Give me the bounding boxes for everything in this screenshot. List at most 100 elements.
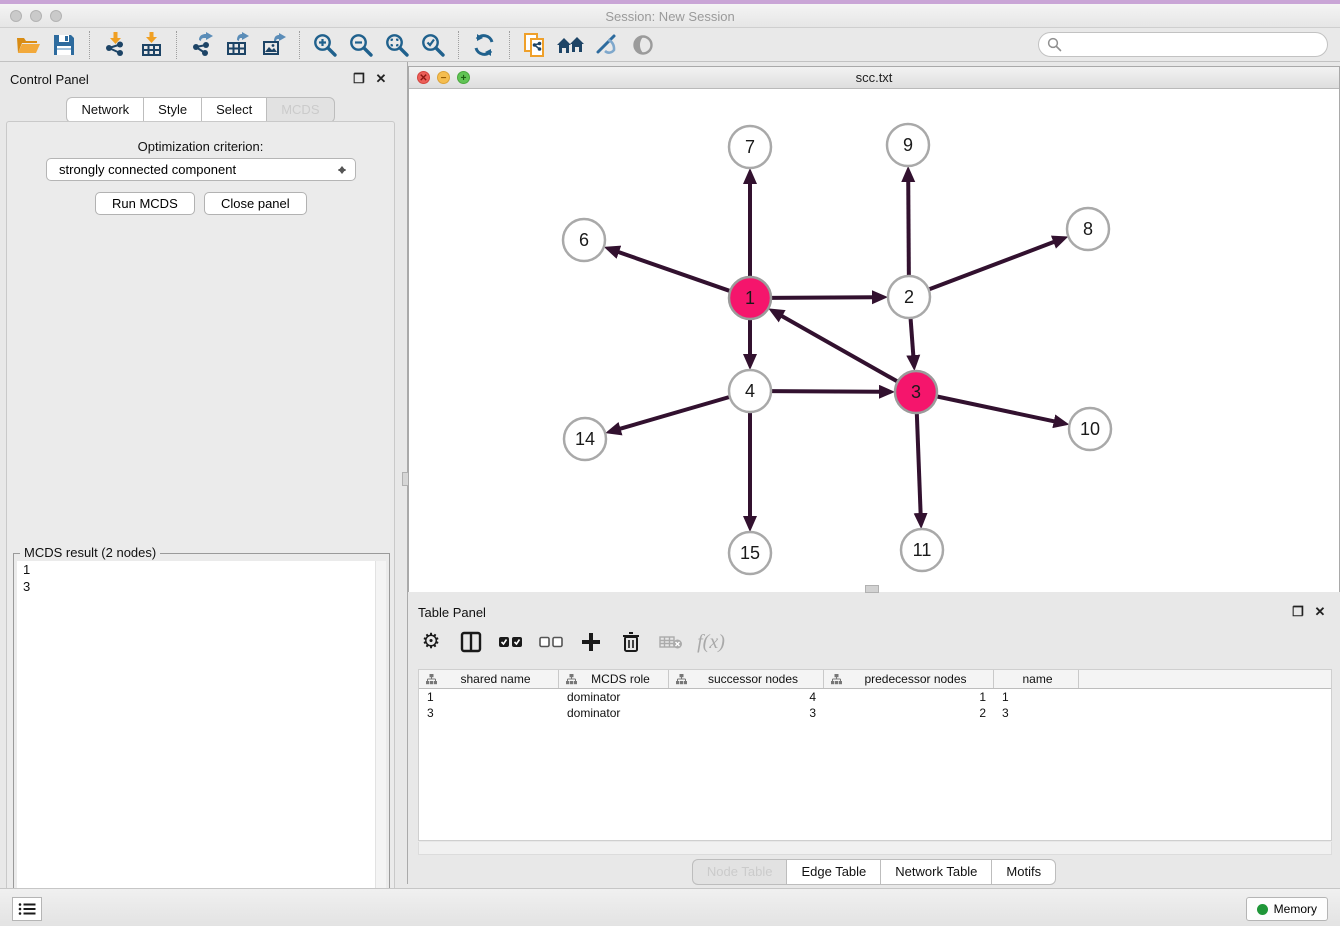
graph-node-label: 1 [745, 288, 755, 308]
settings-gear-icon[interactable]: ⚙ [418, 628, 444, 656]
column-header-shared-name[interactable]: shared name [419, 670, 559, 688]
export-network-icon[interactable] [187, 31, 217, 59]
apply-layout-icon[interactable] [469, 31, 499, 59]
tab-motifs[interactable]: Motifs [991, 859, 1056, 885]
zoom-in-icon[interactable] [310, 31, 340, 59]
add-row-icon[interactable] [578, 628, 604, 656]
mcds-panel: Optimization criterion: strongly connect… [6, 121, 395, 926]
column-header-mcds-role[interactable]: MCDS role [559, 670, 669, 688]
graph-node-2[interactable]: 2 [888, 276, 930, 318]
graph-edge-4-3[interactable] [771, 391, 881, 392]
close-table-panel-icon[interactable]: ✕ [1312, 604, 1328, 620]
task-history-button[interactable] [12, 897, 42, 921]
select-all-checks-icon[interactable] [498, 628, 524, 656]
cell-predecessor-nodes[interactable]: 1 [824, 689, 994, 705]
first-neighbors-icon[interactable] [556, 31, 586, 59]
close-panel-button[interactable]: Close panel [204, 192, 307, 215]
graph-node-10[interactable]: 10 [1069, 408, 1111, 450]
graph-node-label: 7 [745, 137, 755, 157]
column-visibility-icon[interactable] [458, 628, 484, 656]
search-input[interactable] [1067, 37, 1327, 52]
graph-edge-2-8[interactable] [929, 241, 1056, 289]
float-table-panel-icon[interactable]: ❐ [1290, 604, 1306, 620]
cell-predecessor-nodes[interactable]: 2 [824, 705, 994, 721]
run-mcds-button[interactable]: Run MCDS [95, 192, 195, 215]
deselect-all-checks-icon[interactable] [538, 628, 564, 656]
memory-button[interactable]: Memory [1246, 897, 1328, 921]
import-network-icon[interactable] [100, 31, 130, 59]
tab-select[interactable]: Select [201, 97, 266, 123]
graph-node-4[interactable]: 4 [729, 370, 771, 412]
graph-edge-1-6[interactable] [617, 252, 730, 292]
zoom-out-icon[interactable] [346, 31, 376, 59]
close-panel-icon[interactable]: ✕ [373, 71, 389, 87]
duplicate-network-icon[interactable] [520, 31, 550, 59]
column-header-predecessor-nodes[interactable]: predecessor nodes [824, 670, 994, 688]
graph-node-1[interactable]: 1 [729, 277, 771, 319]
result-scrollbar[interactable] [375, 561, 386, 926]
table-row[interactable]: 1 dominator 4 1 1 [419, 689, 1331, 705]
optimization-criterion-select[interactable]: strongly connected component [46, 158, 356, 181]
graph-edge-3-10[interactable] [937, 396, 1056, 421]
optimization-criterion-label: Optimization criterion: [7, 139, 394, 154]
network-resize-grip[interactable] [865, 585, 879, 593]
zoom-selected-icon[interactable] [418, 31, 448, 59]
main-toolbar [0, 28, 1340, 62]
tab-network-table[interactable]: Network Table [880, 859, 991, 885]
graph-edge-3-1[interactable] [780, 315, 897, 381]
column-header-successor-nodes[interactable]: successor nodes [669, 670, 824, 688]
tab-edge-table[interactable]: Edge Table [786, 859, 880, 885]
graph-edge-2-3[interactable] [911, 318, 914, 357]
panel-splitter[interactable] [401, 62, 408, 884]
mcds-result-text[interactable]: 1 3 [17, 561, 386, 926]
cell-shared-name[interactable]: 1 [419, 689, 559, 705]
graph-node-label: 9 [903, 135, 913, 155]
column-edit-icon [676, 674, 687, 685]
network-canvas[interactable]: 7 9 6 8 1 2 4 3 14 10 15 11 [409, 89, 1339, 592]
table-row[interactable]: 3 dominator 3 2 3 [419, 705, 1331, 721]
graph-node-label: 10 [1080, 419, 1100, 439]
cell-mcds-role[interactable]: dominator [559, 705, 669, 721]
graph-edge-3-11[interactable] [917, 413, 921, 515]
zoom-fit-icon[interactable] [382, 31, 412, 59]
export-image-icon[interactable] [259, 31, 289, 59]
cell-name[interactable]: 3 [994, 705, 1079, 721]
status-bar: Memory [0, 888, 1340, 926]
cell-mcds-role[interactable]: dominator [559, 689, 669, 705]
cell-successor-nodes[interactable]: 4 [669, 689, 824, 705]
graph-edge-1-2[interactable] [771, 297, 874, 298]
delete-row-icon[interactable] [618, 628, 644, 656]
graph-node-9[interactable]: 9 [887, 124, 929, 166]
table-horizontal-scrollbar[interactable] [418, 842, 1332, 855]
graph-node-11[interactable]: 11 [901, 529, 943, 571]
tab-mcds[interactable]: MCDS [266, 97, 334, 123]
tab-node-table[interactable]: Node Table [692, 859, 787, 885]
graph-node-8[interactable]: 8 [1067, 208, 1109, 250]
import-table-icon[interactable] [136, 31, 166, 59]
save-session-icon[interactable] [49, 31, 79, 59]
graph-node-7[interactable]: 7 [729, 126, 771, 168]
graph-edge-2-9[interactable] [908, 180, 909, 276]
float-panel-icon[interactable]: ❐ [351, 71, 367, 87]
export-table-icon[interactable] [223, 31, 253, 59]
graph-node-6[interactable]: 6 [563, 219, 605, 261]
cell-shared-name[interactable]: 3 [419, 705, 559, 721]
graph-node-3[interactable]: 3 [895, 371, 937, 413]
graph-node-label: 8 [1083, 219, 1093, 239]
cell-successor-nodes[interactable]: 3 [669, 705, 824, 721]
memory-status-icon [1257, 904, 1268, 915]
network-graph[interactable]: 7 9 6 8 1 2 4 3 14 10 15 11 [409, 89, 1339, 592]
graph-edge-4-14[interactable] [619, 397, 730, 429]
tab-network[interactable]: Network [66, 97, 143, 123]
bird-eye-view-icon[interactable] [628, 31, 658, 59]
network-window-titlebar[interactable]: ✕ − + scc.txt [409, 67, 1339, 89]
open-file-icon[interactable] [13, 31, 43, 59]
cell-name[interactable]: 1 [994, 689, 1079, 705]
global-search[interactable] [1038, 32, 1328, 57]
graph-node-15[interactable]: 15 [729, 532, 771, 574]
graph-node-14[interactable]: 14 [564, 418, 606, 460]
column-header-name[interactable]: name [994, 670, 1079, 688]
tab-style[interactable]: Style [143, 97, 201, 123]
show-graphics-details-icon[interactable] [592, 31, 622, 59]
delete-column-icon [658, 628, 684, 656]
